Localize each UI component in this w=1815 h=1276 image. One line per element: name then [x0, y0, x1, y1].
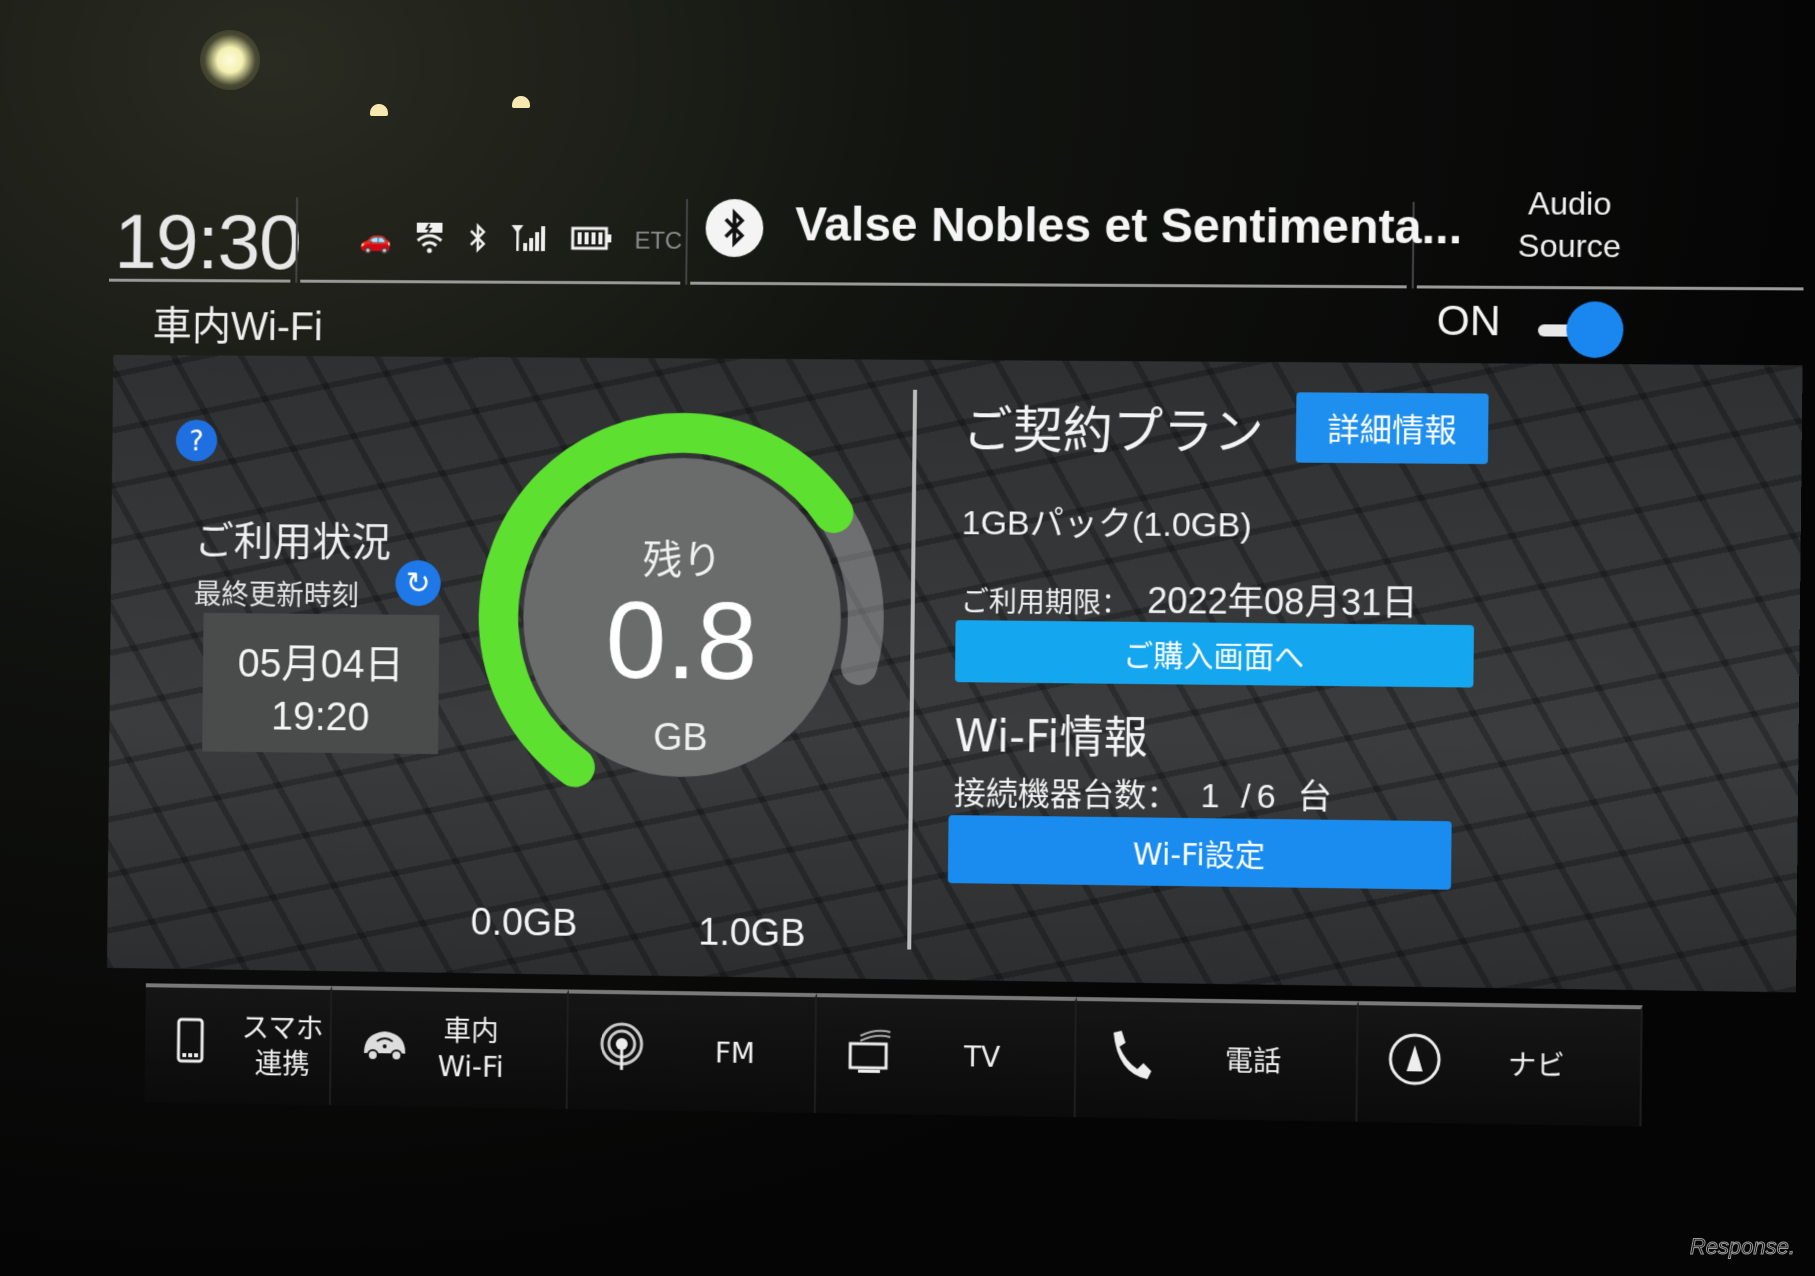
nav-item-tv[interactable]: TV	[815, 993, 1077, 1118]
audio-source-button[interactable]: Audio Source	[1488, 182, 1651, 267]
nav-item-car-wifi[interactable]: 車内 Wi-Fi	[330, 986, 569, 1109]
battery-icon	[571, 225, 613, 258]
refresh-button[interactable]: ↻	[395, 560, 441, 607]
status-separator	[685, 198, 689, 285]
status-divider	[300, 279, 681, 285]
nav-label: 電話	[1224, 1044, 1282, 1079]
refresh-icon: ↻	[405, 565, 431, 601]
radio-antenna-icon	[596, 1022, 648, 1083]
tv-icon	[844, 1025, 896, 1086]
gauge-max-label: 1.0GB	[698, 911, 806, 956]
navigation-icon	[1386, 1031, 1439, 1098]
wifi-toggle-label: ON	[1436, 296, 1501, 345]
ambient-light	[370, 104, 388, 116]
nav-label: 車内 Wi-Fi	[437, 1014, 504, 1084]
expiry-value: 2022年08月31日	[1147, 579, 1418, 624]
bluetooth-audio-icon[interactable]	[705, 199, 764, 258]
toggle-knob	[1566, 301, 1624, 359]
data-remaining-gauge: 残り 0.8 GB	[462, 397, 903, 840]
last-updated-time: 19:20	[270, 694, 370, 740]
nav-label: FM	[714, 1036, 756, 1071]
last-updated-box: 05月04日 19:20	[202, 612, 440, 755]
audio-source-label-line1: Audio	[1528, 185, 1612, 222]
nav-item-phone[interactable]: 電話	[1075, 996, 1359, 1122]
status-divider	[690, 281, 1407, 289]
last-updated-label: 最終更新時刻	[193, 578, 360, 613]
phone-icon	[1104, 1028, 1157, 1091]
main-panel: ? ご利用状況 最終更新時刻 ↻ 05月04日 19:20 残り 0.8 GB …	[106, 355, 1803, 993]
clock: 19:30	[114, 197, 302, 286]
page-title: 車内Wi-Fi	[152, 304, 323, 350]
nav-label: ナビ	[1507, 1048, 1565, 1083]
bluetooth-icon	[468, 221, 488, 260]
gauge-min-label: 0.0GB	[470, 901, 578, 945]
help-button[interactable]: ?	[175, 419, 218, 462]
wifi-hotspot-icon	[413, 220, 447, 261]
gauge-value: 0.8	[605, 578, 759, 703]
connected-devices-row: 接続機器台数： 1 /6 台	[954, 765, 1339, 819]
light-glare	[200, 30, 260, 90]
car-wifi-icon	[359, 1025, 411, 1071]
plan-name: 1GBパック(1.0GB)	[961, 504, 1252, 545]
now-playing-title[interactable]: Valse Nobles et Sentimenta...	[795, 197, 1463, 255]
etc-indicator: ETC	[634, 227, 683, 255]
car-connect-icon: 🚗	[359, 225, 392, 256]
gauge-unit: GB	[653, 716, 708, 760]
nav-item-fm[interactable]: FM	[567, 989, 818, 1113]
details-button[interactable]: 詳細情報	[1295, 392, 1489, 465]
cellular-signal-icon	[510, 223, 550, 260]
connected-devices-label: 接続機器台数：	[953, 774, 1179, 815]
expiry-label: ご利用期限：	[960, 585, 1130, 620]
last-updated-date: 05月04日	[237, 641, 405, 688]
smartphone-icon	[172, 1017, 208, 1073]
usage-title: ご利用状況	[194, 518, 392, 566]
wifi-settings-button[interactable]: Wi-Fi設定	[947, 815, 1452, 890]
expiry-row: ご利用期限： 2022年08月31日	[961, 570, 1418, 626]
audio-source-label-line2: Source	[1517, 227, 1622, 265]
connected-devices-value: 1 /6 台	[1200, 777, 1339, 817]
watermark: Response.	[1689, 1234, 1795, 1260]
panel-divider	[907, 389, 918, 950]
nav-label: スマホ連携	[241, 1011, 324, 1081]
nav-item-navigation[interactable]: ナビ	[1357, 1001, 1643, 1127]
plan-title: ご契約プラン	[962, 401, 1265, 462]
nav-item-smartphone[interactable]: スマホ連携	[144, 983, 333, 1106]
wifi-info-title: Wi-Fi情報	[954, 711, 1149, 765]
status-divider	[1416, 285, 1804, 291]
ambient-light	[512, 96, 530, 108]
nav-label: TV	[963, 1040, 1001, 1074]
question-icon: ?	[189, 424, 205, 457]
infotainment-screen: 19:30 🚗 ETC Valse Nobles et Sentimenta..…	[105, 177, 1805, 1195]
purchase-button[interactable]: ご購入画面へ	[954, 620, 1475, 688]
status-bar: 19:30 🚗 ETC Valse Nobles et Sentimenta..…	[109, 177, 1804, 295]
wifi-toggle[interactable]	[1537, 301, 1624, 359]
bottom-nav: スマホ連携 車内 Wi-Fi FM TV 電話 ナビ	[144, 983, 1795, 1149]
